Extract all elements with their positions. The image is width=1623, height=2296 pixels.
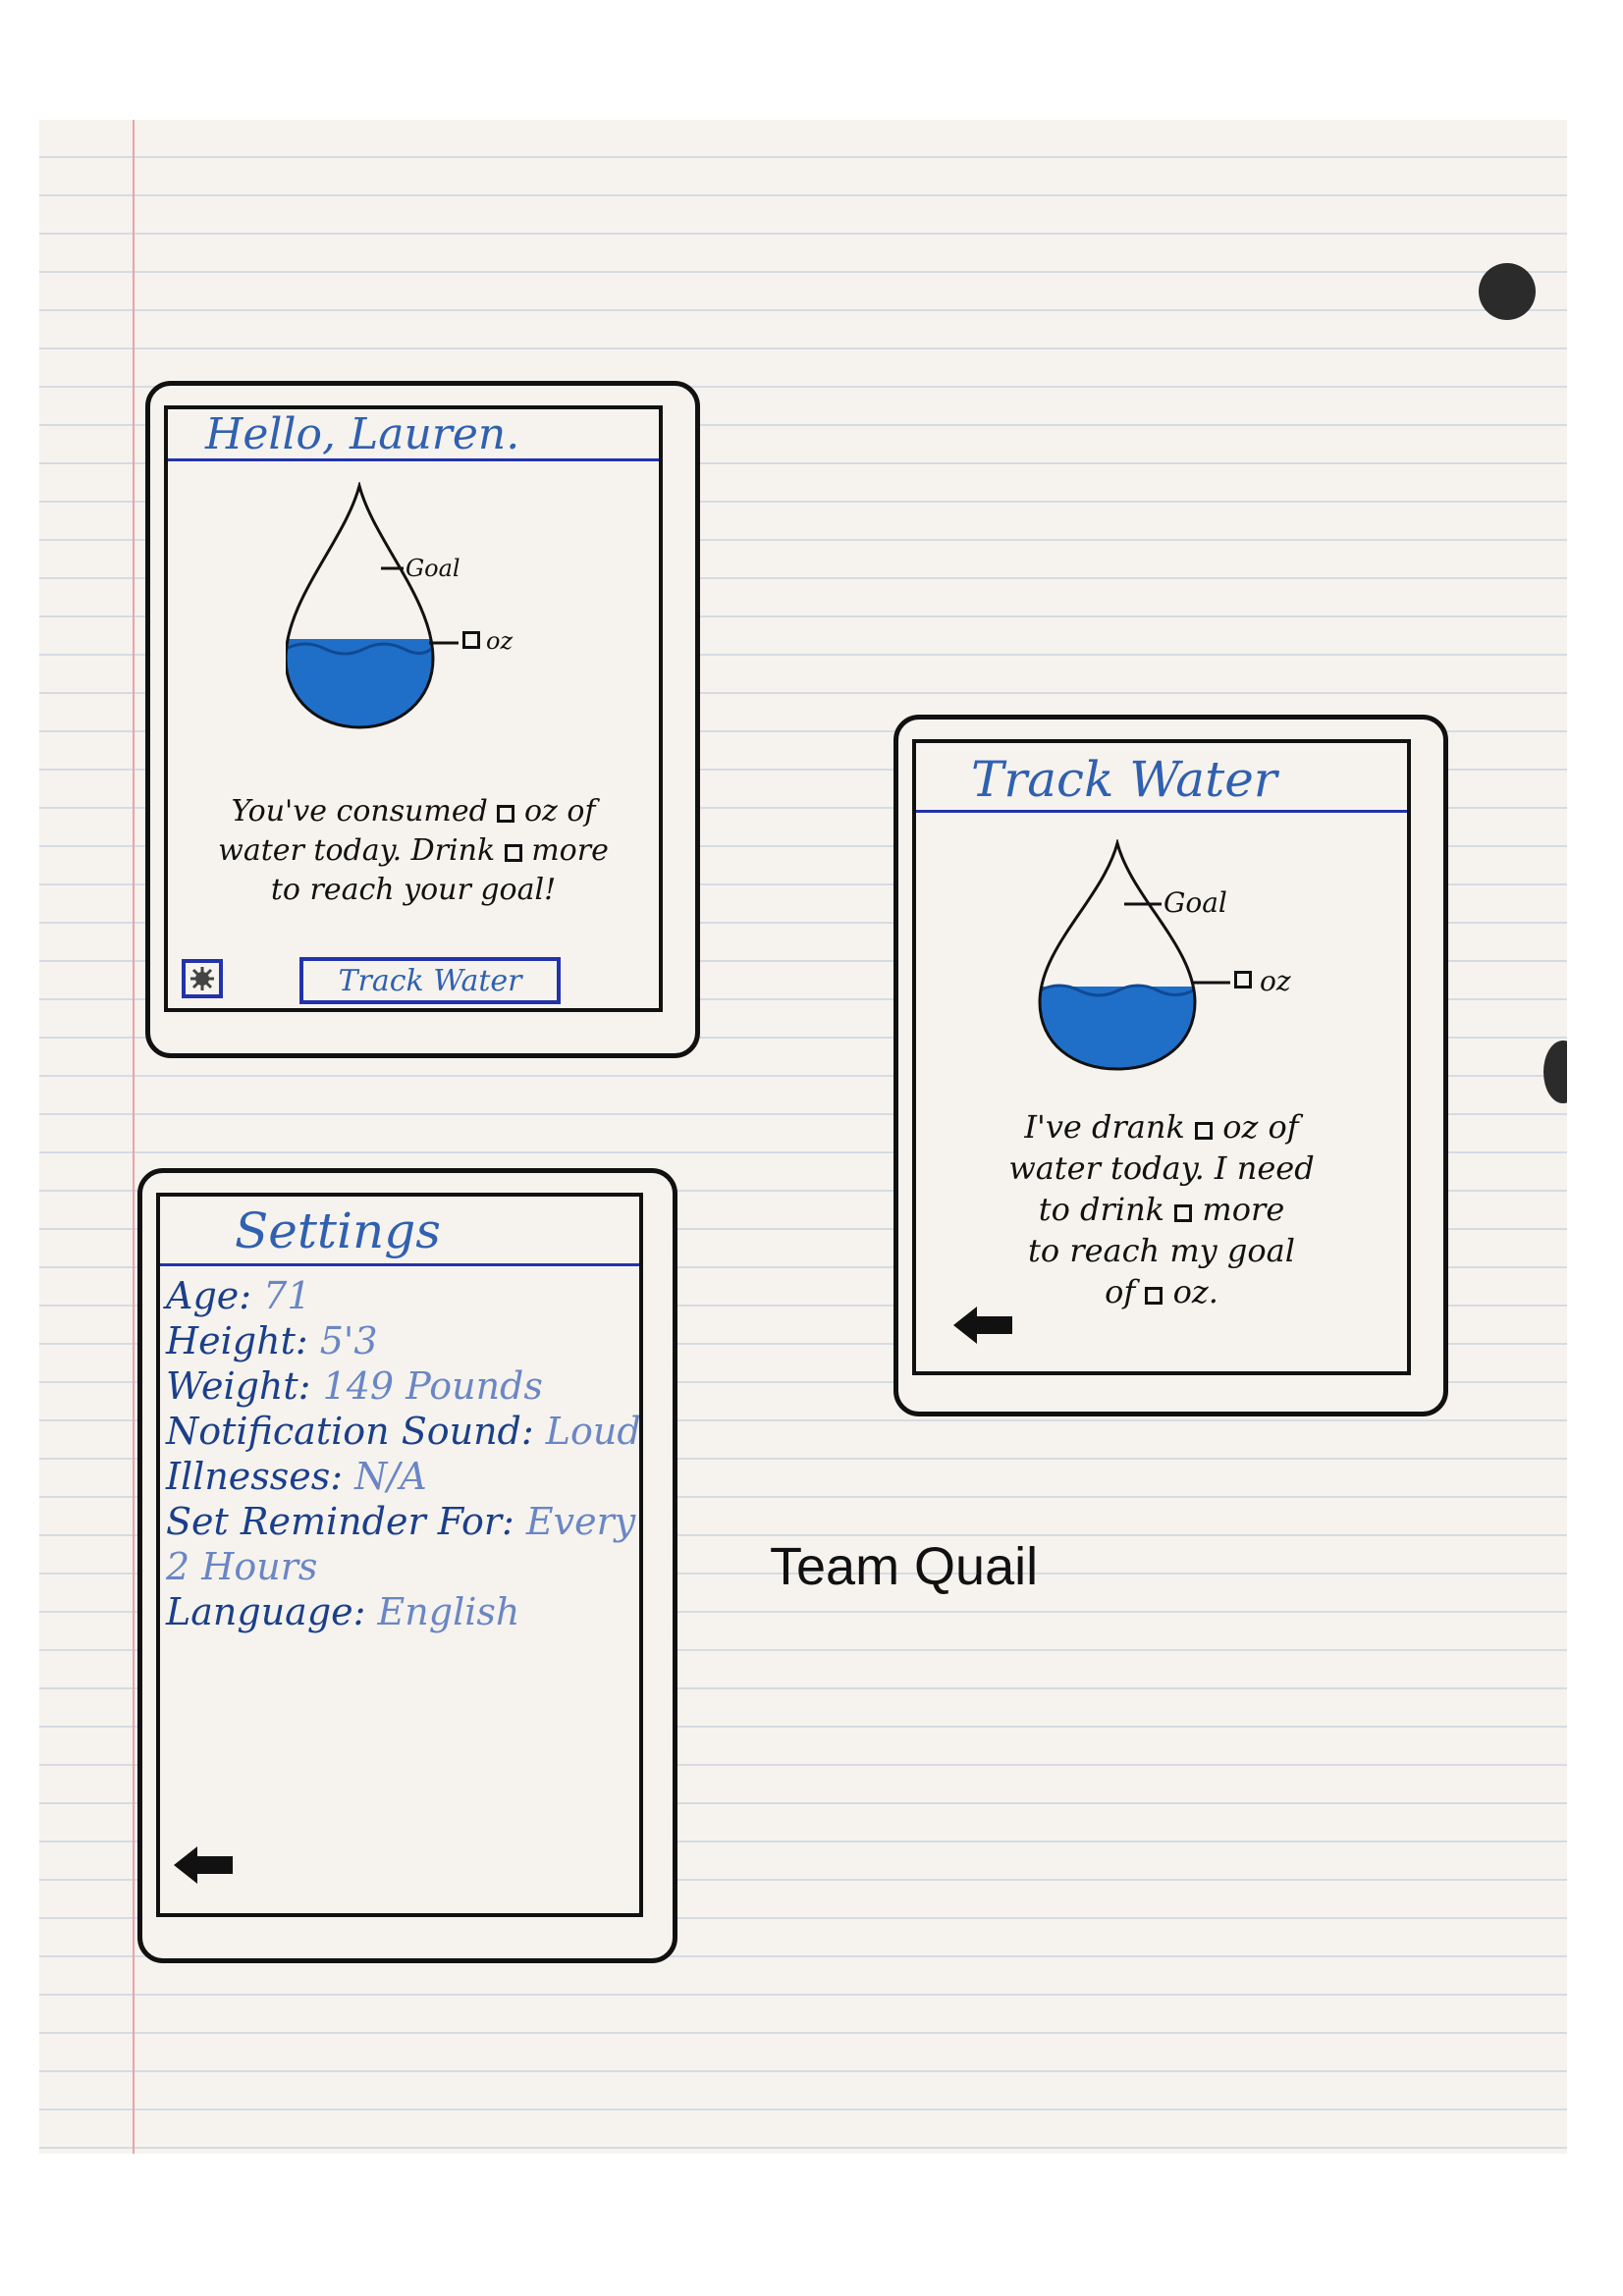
- line5a: of: [1105, 1273, 1136, 1310]
- water-drop-icon: [286, 482, 459, 729]
- track-title: Track Water: [971, 751, 1277, 808]
- gear-icon: [190, 967, 214, 990]
- notebook-paper: Hello, Lauren. Goal oz You've consumed o…: [39, 120, 1567, 2154]
- settings-row-value: 2 Hours: [166, 1545, 318, 1588]
- line1b: oz of: [1222, 1108, 1299, 1146]
- margin-line: [133, 120, 135, 2154]
- track-message: I've drank oz of water today. I need to …: [926, 1106, 1397, 1312]
- home-header: Hello, Lauren.: [168, 409, 659, 461]
- message-line1a: You've consumed: [231, 794, 488, 828]
- track-water-button[interactable]: Track Water: [299, 957, 561, 1004]
- settings-row[interactable]: Age: 71: [166, 1273, 311, 1318]
- settings-row-value: Every: [525, 1500, 636, 1543]
- settings-row-value: N/A: [354, 1455, 427, 1498]
- settings-row-label: Language:: [166, 1590, 366, 1633]
- goal-label: Goal: [1163, 886, 1227, 919]
- line3a: to drink: [1038, 1191, 1165, 1228]
- line4: to reach my goal: [1028, 1232, 1295, 1269]
- consumed-box[interactable]: [497, 805, 515, 823]
- oz-label: oz: [486, 627, 514, 655]
- line1a: I've drank: [1024, 1108, 1185, 1146]
- goal-label: Goal: [406, 555, 460, 582]
- settings-row[interactable]: Weight: 149 Pounds: [166, 1363, 543, 1409]
- message-line1b: oz of: [523, 794, 596, 828]
- home-title: Hello, Lauren.: [205, 409, 520, 459]
- settings-row[interactable]: Notification Sound: Loud: [166, 1409, 641, 1454]
- line5b: oz.: [1172, 1273, 1218, 1310]
- back-arrow-icon[interactable]: [172, 1842, 237, 1888]
- oz-input-box[interactable]: [1234, 971, 1252, 988]
- message-line2a: water today. Drink: [218, 833, 496, 868]
- home-phone-frame: Hello, Lauren. Goal oz You've consumed o…: [145, 381, 700, 1058]
- more-box[interactable]: [1174, 1204, 1193, 1222]
- settings-row[interactable]: 2 Hours: [166, 1544, 317, 1589]
- track-header: Track Water: [916, 743, 1407, 813]
- settings-row-value: 71: [263, 1274, 311, 1317]
- line3b: more: [1202, 1191, 1285, 1228]
- oz-input-box[interactable]: [462, 631, 480, 649]
- settings-row-label: Height:: [166, 1319, 308, 1362]
- oz-label: oz: [1260, 965, 1291, 997]
- drank-box[interactable]: [1195, 1122, 1214, 1140]
- settings-row[interactable]: Height: 5'3: [166, 1318, 378, 1363]
- settings-row[interactable]: Set Reminder For: Every: [166, 1499, 635, 1544]
- settings-row[interactable]: Illnesses: N/A: [166, 1454, 427, 1499]
- settings-row-value: English: [377, 1590, 520, 1633]
- settings-row-value: 149 Pounds: [322, 1364, 543, 1408]
- track-phone-frame: Track Water Goal oz I've drank oz of wat…: [893, 715, 1448, 1416]
- settings-row-label: Notification Sound:: [166, 1410, 534, 1453]
- message-line3: to reach your goal!: [270, 873, 557, 907]
- settings-row-label: Age:: [166, 1274, 252, 1317]
- settings-title: Settings: [235, 1202, 441, 1259]
- punch-hole: [1479, 263, 1536, 320]
- track-screen: Track Water Goal oz I've drank oz of wat…: [912, 739, 1411, 1375]
- settings-row-label: Set Reminder For:: [166, 1500, 514, 1543]
- water-drop-icon: [1038, 839, 1230, 1071]
- team-name: Team Quail: [770, 1537, 1039, 1596]
- settings-row[interactable]: Language: English: [166, 1589, 519, 1634]
- line2: water today. I need: [1008, 1149, 1315, 1187]
- message-line2b: more: [531, 833, 609, 868]
- home-message: You've consumed oz of water today. Drink…: [178, 792, 649, 910]
- settings-phone-frame: Settings Age: 71 Height: 5'3 Weight: 149 P…: [137, 1168, 677, 1963]
- settings-row-value: 5'3: [319, 1319, 378, 1362]
- home-screen: Hello, Lauren. Goal oz You've consumed o…: [164, 405, 663, 1012]
- back-arrow-icon[interactable]: [951, 1303, 1016, 1348]
- settings-screen: Settings Age: 71 Height: 5'3 Weight: 149 P…: [156, 1193, 643, 1917]
- remaining-box[interactable]: [504, 844, 522, 862]
- settings-row-value: Loud: [545, 1410, 641, 1453]
- track-water-button-label: Track Water: [338, 964, 522, 998]
- settings-button[interactable]: [182, 959, 223, 998]
- settings-row-label: Illnesses:: [166, 1455, 344, 1498]
- goal-box[interactable]: [1145, 1287, 1163, 1305]
- settings-row-label: Weight:: [166, 1364, 311, 1408]
- punch-hole: [1543, 1041, 1567, 1103]
- settings-header: Settings: [160, 1197, 639, 1266]
